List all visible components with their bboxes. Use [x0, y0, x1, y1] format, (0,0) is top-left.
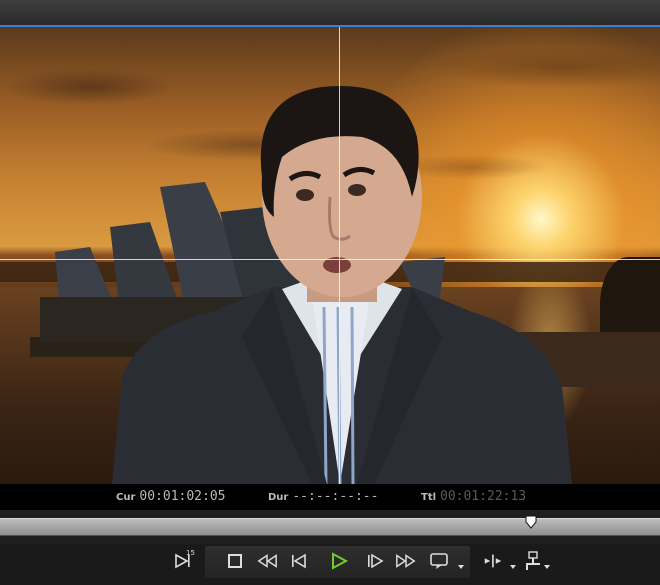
total-label: Ttl	[421, 492, 437, 503]
scrub-track[interactable]	[0, 518, 660, 536]
stop-button[interactable]	[224, 550, 246, 572]
timeline-scrubber[interactable]	[0, 510, 660, 544]
mark-in-out-button[interactable]	[482, 550, 516, 572]
duration-label: Dur	[268, 492, 289, 503]
center-guide-horizontal	[0, 259, 660, 260]
duration-value: --:--:--:--	[292, 489, 379, 504]
next-frame-button[interactable]	[364, 550, 386, 572]
center-guide-vertical	[339, 27, 340, 484]
current-timecode: Cur 00:01:02:05	[116, 489, 225, 504]
mark-icon	[484, 554, 502, 568]
fast-forward-button[interactable]	[395, 550, 417, 572]
mode-button[interactable]	[522, 550, 550, 572]
previous-frame-icon	[292, 553, 306, 569]
output-dropdown-caret-icon[interactable]	[458, 565, 464, 569]
mode-dropdown-caret-icon[interactable]	[544, 565, 550, 569]
duration-timecode: Dur --:--:--:--	[268, 489, 378, 504]
window-top-bar	[0, 0, 660, 27]
fast-forward-icon	[396, 554, 416, 568]
current-value: 00:01:02:05	[139, 489, 226, 504]
mode-icon	[526, 551, 540, 570]
total-timecode: Ttl 00:01:22:13	[421, 489, 526, 504]
previous-frame-button[interactable]	[288, 550, 310, 572]
jog-forward-button[interactable]: 15	[172, 549, 195, 572]
jog-speed: 15	[186, 549, 195, 557]
total-value: 00:01:22:13	[440, 489, 527, 504]
output-display-button[interactable]	[428, 550, 464, 572]
next-frame-icon	[368, 553, 384, 569]
transport-controls: 15	[0, 544, 660, 585]
play-button[interactable]	[328, 550, 350, 572]
play-icon	[332, 552, 349, 570]
presenter	[112, 86, 572, 484]
playhead-marker-icon[interactable]	[525, 515, 537, 529]
rewind-icon	[257, 554, 277, 568]
stop-icon	[228, 554, 242, 568]
timecode-bar: Cur 00:01:02:05 Dur --:--:--:-- Ttl 00:01:2…	[0, 484, 660, 510]
rewind-button[interactable]	[256, 550, 278, 572]
monitor-icon	[430, 553, 448, 569]
current-label: Cur	[116, 492, 136, 503]
mark-dropdown-caret-icon[interactable]	[510, 565, 516, 569]
video-preview[interactable]	[0, 27, 660, 484]
